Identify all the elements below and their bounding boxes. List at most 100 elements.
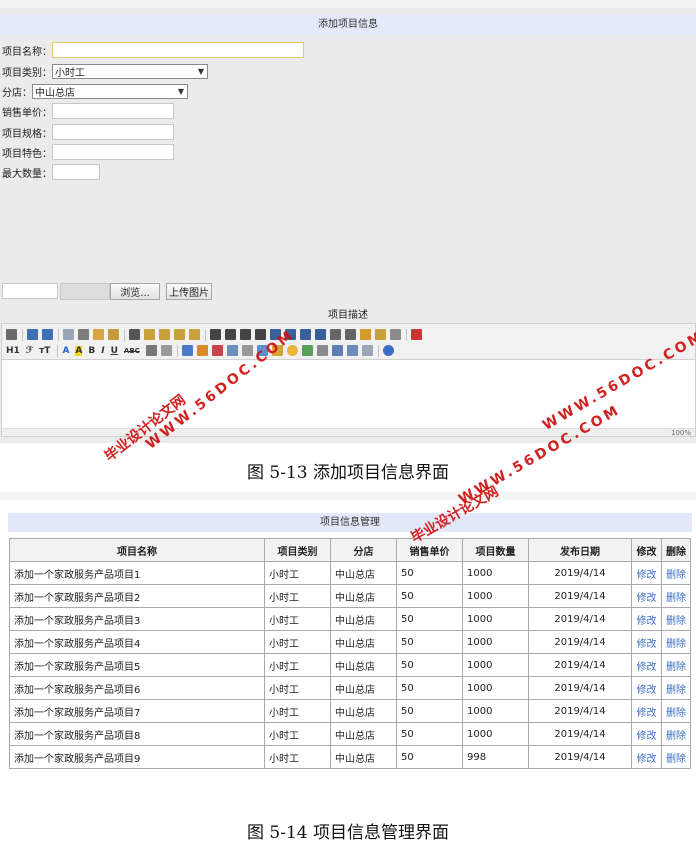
print-icon[interactable] <box>78 329 89 340</box>
outdent-icon[interactable] <box>315 329 326 340</box>
delete-link[interactable]: 删除 <box>661 561 691 585</box>
undo-icon[interactable] <box>27 329 38 340</box>
unordered-list-icon[interactable] <box>285 329 296 340</box>
price-input[interactable] <box>52 103 174 119</box>
toolbar-separator <box>57 344 59 357</box>
paste-text-icon[interactable] <box>174 329 185 340</box>
column-header: 项目数量 <box>462 538 529 562</box>
anchor-icon[interactable] <box>331 345 343 356</box>
table-row: 添加一个家政服务产品项目5 小时工 中山总店 50 1000 2019/4/14 修改 删除 <box>9 653 691 677</box>
delete-link[interactable]: 删除 <box>661 630 691 654</box>
file-path-field[interactable] <box>60 282 110 300</box>
branch-select[interactable]: 中山总店 ▼ <box>32 83 188 99</box>
preview-icon[interactable] <box>63 329 74 340</box>
table-row: 添加一个家政服务产品项目2 小时工 中山总店 50 1000 2019/4/14 修改 删除 <box>9 584 691 608</box>
strikethrough-button[interactable]: ABC <box>124 347 140 355</box>
delete-link[interactable]: 删除 <box>661 584 691 608</box>
edit-link[interactable]: 修改 <box>631 745 662 769</box>
clear-format-icon[interactable] <box>360 329 371 340</box>
font-color-button[interactable]: A <box>62 346 69 356</box>
ordered-list-icon[interactable] <box>270 329 281 340</box>
hr-icon[interactable] <box>271 345 283 356</box>
superscript-icon[interactable] <box>345 329 356 340</box>
redo-icon[interactable] <box>42 329 53 340</box>
edit-link[interactable]: 修改 <box>631 630 662 654</box>
delete-link[interactable]: 删除 <box>661 676 691 700</box>
upload-image-button[interactable]: 上传图片 <box>166 282 212 300</box>
chevron-down-icon: ▼ <box>197 66 205 76</box>
attachment-icon[interactable] <box>241 345 253 356</box>
multi-image-icon[interactable] <box>196 345 208 356</box>
toolbar-separator <box>406 328 407 341</box>
align-left-icon[interactable] <box>210 329 221 340</box>
table-cell: 50 <box>396 561 463 585</box>
edit-link[interactable]: 修改 <box>631 561 662 585</box>
special-char-icon[interactable] <box>301 345 313 356</box>
edit-link[interactable]: 修改 <box>631 607 662 631</box>
cut-icon[interactable] <box>129 329 140 340</box>
background-color-button[interactable]: A <box>75 345 83 356</box>
paste-word-icon[interactable] <box>189 329 200 340</box>
line-height-icon[interactable] <box>145 345 157 356</box>
max-qty-input[interactable] <box>52 164 100 180</box>
table-cell: 2019/4/14 <box>528 653 632 677</box>
underline-button[interactable]: U <box>111 346 118 356</box>
template-icon[interactable] <box>93 329 104 340</box>
delete-link[interactable]: 删除 <box>661 607 691 631</box>
image-path-input[interactable] <box>2 283 58 299</box>
paste-icon[interactable] <box>159 329 170 340</box>
description-title: 项目描述 <box>328 310 368 321</box>
edit-link[interactable]: 修改 <box>631 584 662 608</box>
branch-value: 中山总店 <box>35 87 75 99</box>
row-spec: 项目规格： <box>2 123 174 141</box>
delete-link[interactable]: 删除 <box>661 699 691 723</box>
code-icon[interactable] <box>108 329 119 340</box>
font-family-dropdown[interactable]: ℱ <box>26 346 33 356</box>
bold-button[interactable]: B <box>88 346 95 356</box>
item-name-input[interactable] <box>52 42 304 58</box>
edit-link[interactable]: 修改 <box>631 653 662 677</box>
align-center-icon[interactable] <box>225 329 236 340</box>
font-size-dropdown[interactable]: тT <box>39 346 50 356</box>
emoticon-icon[interactable] <box>286 345 298 356</box>
eraser-icon[interactable] <box>160 345 172 356</box>
fullscreen-icon[interactable] <box>411 329 422 340</box>
delete-link[interactable]: 删除 <box>661 653 691 677</box>
page-break-icon[interactable] <box>316 345 328 356</box>
cursor-icon[interactable] <box>390 329 401 340</box>
table-cell: 1000 <box>462 561 529 585</box>
italic-button[interactable]: I <box>101 346 104 356</box>
align-justify-icon[interactable] <box>255 329 266 340</box>
row-price: 销售单价： <box>2 102 174 120</box>
spec-input[interactable] <box>52 124 174 140</box>
delete-link[interactable]: 删除 <box>661 745 691 769</box>
source-icon[interactable] <box>6 329 17 340</box>
link-icon[interactable] <box>346 345 358 356</box>
feature-input[interactable] <box>52 144 174 160</box>
copy-icon[interactable] <box>144 329 155 340</box>
edit-link[interactable]: 修改 <box>631 676 662 700</box>
table-row: 添加一个家政服务产品项目7 小时工 中山总店 50 1000 2019/4/14 修改 删除 <box>9 699 691 723</box>
delete-link[interactable]: 删除 <box>661 722 691 746</box>
edit-link[interactable]: 修改 <box>631 699 662 723</box>
toolbar-separator <box>176 344 178 357</box>
edit-link[interactable]: 修改 <box>631 722 662 746</box>
browse-button[interactable]: 浏览... <box>110 282 160 300</box>
table-cell: 添加一个家政服务产品项目7 <box>9 699 265 723</box>
flash-icon[interactable] <box>211 345 223 356</box>
toolbar-row-1 <box>6 327 426 342</box>
editor-content-area[interactable] <box>2 361 695 429</box>
select-all-icon[interactable] <box>375 329 386 340</box>
top-strip <box>0 0 696 8</box>
indent-icon[interactable] <box>300 329 311 340</box>
item-category-select[interactable]: 小时工 ▼ <box>52 63 208 79</box>
image-upload-icon[interactable] <box>181 345 193 356</box>
unlink-icon[interactable] <box>361 345 373 356</box>
branch-label: 分店： <box>2 87 32 99</box>
subscript-icon[interactable] <box>330 329 341 340</box>
heading-dropdown[interactable]: H1 <box>6 346 20 356</box>
help-icon[interactable] <box>382 345 394 356</box>
table-icon[interactable] <box>256 345 268 356</box>
media-icon[interactable] <box>226 345 238 356</box>
align-right-icon[interactable] <box>240 329 251 340</box>
